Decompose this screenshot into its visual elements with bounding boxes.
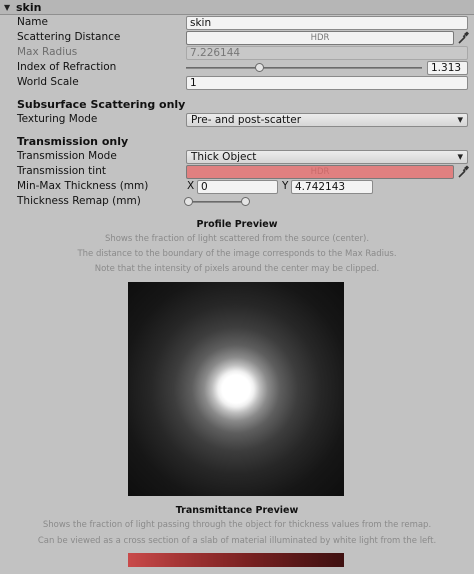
dropdown-arrow-icon: ▾ — [457, 113, 463, 126]
foldout-arrow-icon[interactable]: ▼ — [4, 3, 10, 12]
thickness-remap-max-thumb[interactable] — [241, 197, 250, 206]
texturing-mode-value: Pre- and post-scatter — [191, 114, 302, 126]
thickness-y-label: Y — [282, 180, 289, 192]
eyedropper-icon[interactable] — [457, 30, 470, 45]
index-of-refraction-row: Index of Refraction 1.313 — [0, 60, 474, 75]
name-field[interactable]: skin — [186, 16, 468, 30]
name-row: Name skin — [0, 15, 474, 30]
sss-section-title: Subsurface Scattering only — [17, 98, 186, 111]
thickness-x-field[interactable]: 0 — [197, 180, 278, 194]
transmission-mode-row: Transmission Mode Thick Object ▾ — [0, 149, 474, 164]
max-radius-row: Max Radius 7.226144 — [0, 45, 474, 60]
eyedropper-icon[interactable] — [457, 164, 470, 179]
texturing-mode-label: Texturing Mode — [17, 113, 98, 125]
index-of-refraction-field[interactable]: 1.313 — [427, 61, 468, 75]
index-of-refraction-label: Index of Refraction — [17, 61, 117, 73]
inspector-title: skin — [16, 1, 42, 14]
transmission-mode-value: Thick Object — [191, 151, 257, 163]
transmission-tint-color-field[interactable]: HDR — [186, 165, 454, 179]
min-max-thickness-row: Min-Max Thickness (mm) X 0 Y 4.742143 — [0, 179, 474, 194]
texturing-mode-dropdown[interactable]: Pre- and post-scatter ▾ — [186, 113, 468, 127]
transmission-mode-label: Transmission Mode — [17, 150, 117, 162]
world-scale-row: World Scale 1 — [0, 75, 474, 90]
dropdown-arrow-icon: ▾ — [457, 150, 463, 163]
profile-preview-desc-1: Shows the fraction of light scattered fr… — [104, 234, 370, 244]
thickness-remap-row: Thickness Remap (mm) — [0, 194, 474, 209]
profile-preview-title: Profile Preview — [196, 219, 278, 230]
transmission-section-title: Transmission only — [17, 135, 129, 148]
texturing-mode-row: Texturing Mode Pre- and post-scatter ▾ — [0, 112, 474, 127]
scattering-distance-row: Scattering Distance HDR — [0, 30, 474, 45]
min-max-thickness-label: Min-Max Thickness (mm) — [17, 180, 149, 192]
profile-preview-desc-2: The distance to the boundary of the imag… — [77, 249, 397, 259]
thickness-remap-label: Thickness Remap (mm) — [17, 195, 141, 207]
transmittance-preview-desc-2: Can be viewed as a cross section of a sl… — [37, 536, 437, 546]
index-of-refraction-slider-thumb[interactable] — [254, 63, 264, 72]
scattering-distance-color-field[interactable]: HDR — [186, 31, 454, 45]
inspector-header[interactable]: ▼ skin — [0, 0, 474, 15]
transmission-mode-dropdown[interactable]: Thick Object ▾ — [186, 150, 468, 164]
name-label: Name — [17, 16, 48, 28]
transmission-tint-row: Transmission tint HDR — [0, 164, 474, 179]
max-radius-field: 7.226144 — [186, 46, 468, 60]
profile-preview-image — [128, 282, 344, 496]
transmittance-preview-title: Transmittance Preview — [175, 505, 299, 516]
profile-preview-desc-3: Note that the intensity of pixels around… — [94, 264, 380, 274]
world-scale-field[interactable]: 1 — [186, 76, 468, 90]
transmittance-preview-desc-1: Shows the fraction of light passing thro… — [42, 520, 432, 530]
thickness-x-label: X — [187, 180, 195, 192]
thickness-remap-min-thumb[interactable] — [184, 197, 193, 206]
world-scale-label: World Scale — [17, 76, 79, 88]
transmittance-preview-bar — [128, 553, 344, 567]
thickness-y-field[interactable]: 4.742143 — [291, 180, 373, 194]
transmission-tint-label: Transmission tint — [17, 165, 106, 177]
index-of-refraction-slider-track[interactable] — [186, 67, 422, 69]
max-radius-label: Max Radius — [17, 46, 78, 58]
scattering-distance-label: Scattering Distance — [17, 31, 121, 43]
thickness-remap-slider-track[interactable] — [188, 201, 246, 203]
